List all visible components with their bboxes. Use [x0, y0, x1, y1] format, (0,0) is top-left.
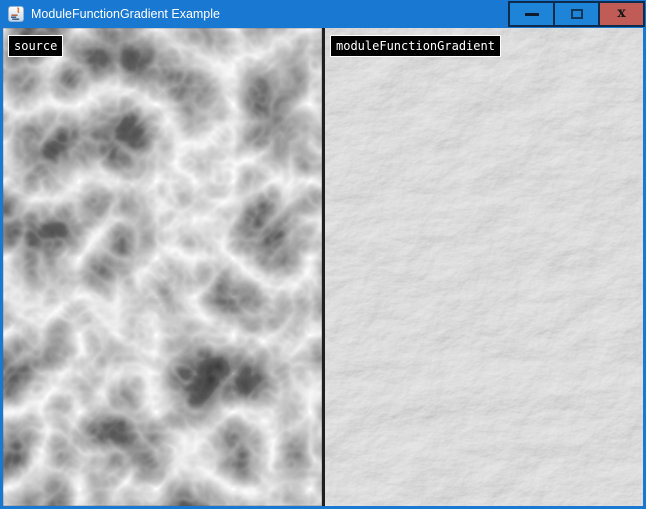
- gradient-image-label: moduleFunctionGradient: [330, 35, 501, 57]
- module-function-gradient-image: [325, 28, 643, 506]
- java-coffee-cup-icon: [8, 6, 24, 22]
- window-title: ModuleFunctionGradient Example: [31, 0, 220, 28]
- window-controls: x: [508, 1, 645, 27]
- app-window: ModuleFunctionGradient Example x: [0, 0, 646, 509]
- titlebar[interactable]: ModuleFunctionGradient Example x: [0, 0, 646, 28]
- maximize-button[interactable]: [553, 1, 600, 27]
- source-image: [3, 28, 322, 506]
- minimize-button[interactable]: [508, 1, 555, 27]
- source-image-panel: source: [3, 28, 322, 506]
- source-image-label: source: [8, 35, 63, 57]
- maximize-icon: [571, 9, 583, 19]
- close-icon: x: [617, 6, 625, 20]
- content-area: source moduleFunctionGradient: [3, 28, 643, 506]
- gradient-image-panel: moduleFunctionGradient: [325, 28, 643, 506]
- minimize-icon: [525, 13, 539, 16]
- close-button[interactable]: x: [598, 1, 645, 27]
